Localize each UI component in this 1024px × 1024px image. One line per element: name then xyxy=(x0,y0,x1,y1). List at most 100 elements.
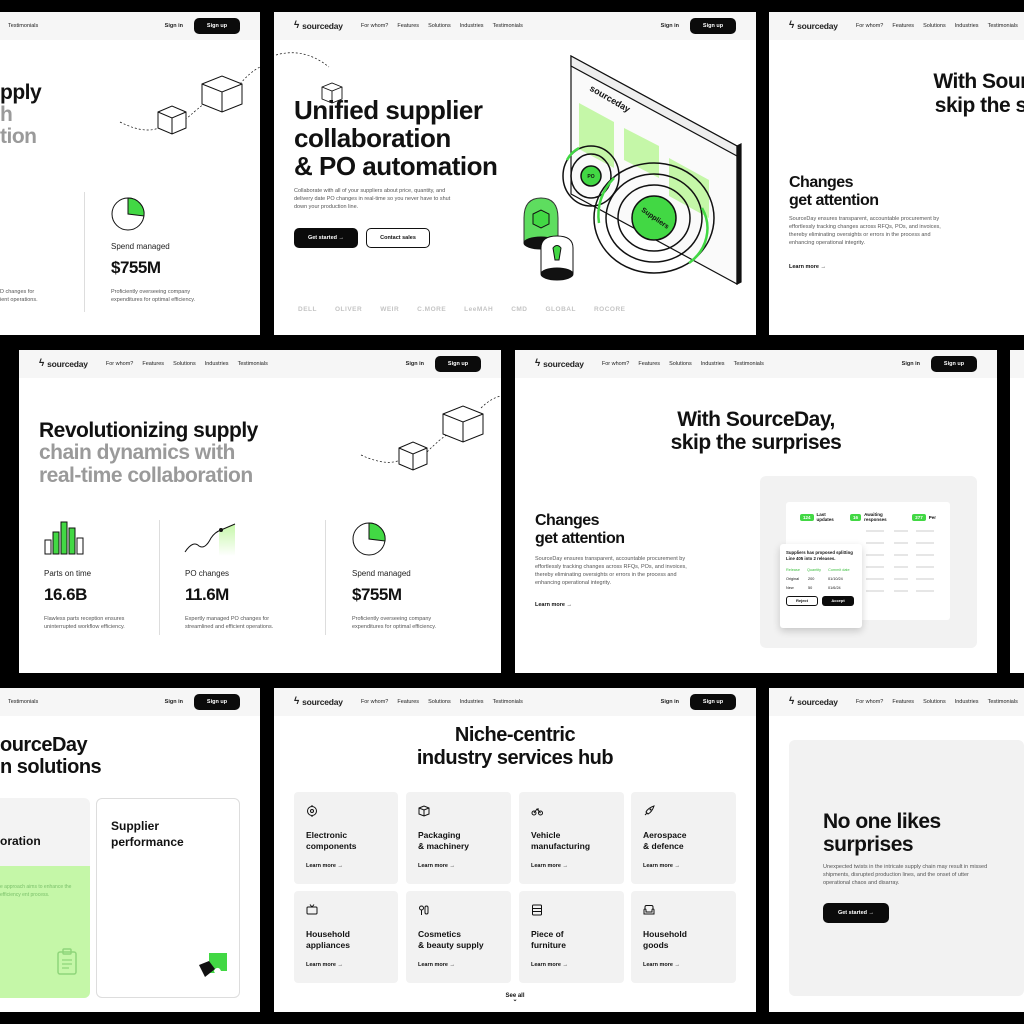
nav-link-for-whom[interactable]: For whom? xyxy=(856,23,884,29)
nav-links: For whom? Features Solutions Industries … xyxy=(602,361,764,367)
divider xyxy=(84,192,85,312)
nav-link-solutions[interactable]: Solutions xyxy=(669,361,692,367)
logo[interactable]: ϟ sourceday xyxy=(294,697,343,708)
get-started-button[interactable]: Get started → xyxy=(294,228,358,248)
nav-link-testimonials[interactable]: Testimonials xyxy=(8,699,38,705)
sign-in-link[interactable]: Sign in xyxy=(661,699,679,705)
nav-link-testimonials[interactable]: Testimonials xyxy=(988,23,1018,29)
nav-link-testimonials[interactable]: Testimonials xyxy=(493,699,523,705)
learn-more-link[interactable]: Learn more → xyxy=(643,962,680,968)
nav-link-solutions[interactable]: Solutions xyxy=(173,361,196,367)
logo[interactable]: ϟ sourceday xyxy=(39,359,88,370)
industry-card-household-goods[interactable]: Household goods Learn more → xyxy=(631,891,736,983)
partner-logo: GLOBAL xyxy=(545,306,576,313)
nav-link-for-whom[interactable]: For whom? xyxy=(361,23,389,29)
sign-in-link[interactable]: Sign in xyxy=(661,23,679,29)
industry-card-packaging[interactable]: Packaging & machinery Learn more → xyxy=(406,792,511,884)
nav-link-features[interactable]: Features xyxy=(892,23,914,29)
learn-more-link[interactable]: Learn more → xyxy=(531,863,568,869)
learn-more-link[interactable]: Learn more → xyxy=(418,863,455,869)
sign-up-button[interactable]: Sign up xyxy=(931,356,977,372)
rocket-icon xyxy=(644,805,655,816)
industry-card-cosmetics[interactable]: Cosmetics & beauty supply Learn more → xyxy=(406,891,511,983)
sign-in-link[interactable]: Sign in xyxy=(165,23,183,29)
logo[interactable]: ϟ sourceday xyxy=(789,697,838,708)
nav-link-testimonials[interactable]: Testimonials xyxy=(8,23,38,29)
accept-button[interactable]: Accept xyxy=(822,595,854,606)
nav-link-industries[interactable]: Industries xyxy=(955,699,979,705)
nav-link-testimonials[interactable]: Testimonials xyxy=(988,699,1018,705)
tab-third[interactable]: 277 Per xyxy=(912,512,936,522)
tab-awaiting-responses[interactable]: 16 Awaiting responses xyxy=(850,512,906,522)
cabinet-icon xyxy=(532,904,542,916)
industry-card-aerospace[interactable]: Aerospace & defence Learn more → xyxy=(631,792,736,884)
sign-in-link[interactable]: Sign in xyxy=(406,361,424,367)
sign-up-button[interactable]: Sign up xyxy=(194,18,240,34)
nav-link-for-whom[interactable]: For whom? xyxy=(361,699,389,705)
sign-up-button[interactable]: Sign up xyxy=(194,694,240,710)
nav-link-testimonials[interactable]: Testimonials xyxy=(734,361,764,367)
solution-card-collaboration[interactable]: oration e approach aims to enhance the e… xyxy=(0,798,90,998)
nav-link-solutions[interactable]: Solutions xyxy=(923,699,946,705)
stat-desc: Flawless parts reception ensures uninter… xyxy=(44,616,125,630)
nav-link-for-whom[interactable]: For whom? xyxy=(106,361,134,367)
revolution-heading: Revolutionizing supply chain dynamics wi… xyxy=(39,419,258,487)
no-surprises-heading: No one likes surprises xyxy=(823,810,941,857)
nav-link-testimonials[interactable]: Testimonials xyxy=(238,361,268,367)
learn-more-link[interactable]: Learn more → xyxy=(306,962,343,968)
reject-button[interactable]: Reject xyxy=(786,595,818,606)
get-started-button[interactable]: Get started → xyxy=(823,903,889,923)
clipboard-icon xyxy=(57,948,77,975)
logo[interactable]: ϟ sourceday xyxy=(789,21,838,32)
learn-more-link[interactable]: Learn more → xyxy=(789,264,826,270)
learn-more-link[interactable]: Learn more → xyxy=(531,962,568,968)
industry-card-furniture[interactable]: Piece of furniture Learn more → xyxy=(519,891,624,983)
nav-link-solutions[interactable]: Solutions xyxy=(428,699,451,705)
learn-more-link[interactable]: Learn more → xyxy=(306,863,343,869)
sofa-icon xyxy=(643,905,655,915)
nav-link-industries[interactable]: Industries xyxy=(460,699,484,705)
industry-card-electronic-components[interactable]: Electronic components Learn more → xyxy=(294,792,398,884)
contact-sales-button[interactable]: Contact sales xyxy=(366,228,430,248)
cube-large-icon xyxy=(442,405,484,443)
solutions-heading-crop: ourceDay n solutions xyxy=(0,734,102,779)
placeholder-rows xyxy=(866,530,934,592)
nav-link-features[interactable]: Features xyxy=(892,699,914,705)
nav-link-features[interactable]: Features xyxy=(397,699,419,705)
industry-card-household-appliances[interactable]: Household appliances Learn more → xyxy=(294,891,398,983)
stat-label: Parts on time xyxy=(44,569,92,578)
partner-logo: DELL xyxy=(298,306,317,313)
sign-in-link[interactable]: Sign in xyxy=(902,361,920,367)
tab-last-updates[interactable]: 124 Last updates xyxy=(800,512,844,522)
nav-link-industries[interactable]: Industries xyxy=(205,361,229,367)
nav-link-features[interactable]: Features xyxy=(397,23,419,29)
sign-in-link[interactable]: Sign in xyxy=(165,699,183,705)
logo[interactable]: ϟ sourceday xyxy=(535,359,584,370)
logo[interactable]: ϟ sourceday xyxy=(294,21,343,32)
sign-up-button[interactable]: Sign up xyxy=(690,694,736,710)
nav-link-features[interactable]: Features xyxy=(638,361,660,367)
see-all-link[interactable]: See all ⌄ xyxy=(274,993,756,1003)
nav-link-solutions[interactable]: Solutions xyxy=(428,23,451,29)
changes-description: SourceDay ensures transparent, accountab… xyxy=(535,556,687,586)
sign-up-button[interactable]: Sign up xyxy=(690,18,736,34)
industry-card-vehicle[interactable]: Vehicle manufacturing Learn more → xyxy=(519,792,624,884)
solution-card-supplier-performance[interactable]: Supplier performance xyxy=(96,798,240,998)
nav-link-solutions[interactable]: Solutions xyxy=(923,23,946,29)
learn-more-link[interactable]: Learn more → xyxy=(418,962,455,968)
nav-link-for-whom[interactable]: For whom? xyxy=(856,699,884,705)
learn-more-link[interactable]: Learn more → xyxy=(643,863,680,869)
industry-title: Aerospace & defence xyxy=(643,830,687,852)
learn-more-link[interactable]: Learn more → xyxy=(535,602,572,608)
nav-link-testimonials[interactable]: Testimonials xyxy=(493,23,523,29)
partner-logos: DELL OLIVER WEIR C.MORE LeeMAH CMD GLOBA… xyxy=(298,306,625,313)
nav-link-for-whom[interactable]: For whom? xyxy=(602,361,630,367)
split-proposal-popup: Suppliers has proposed splitting Line 40… xyxy=(780,544,862,628)
partner-logo: LeeMAH xyxy=(464,306,494,313)
nav-link-features[interactable]: Features xyxy=(142,361,164,367)
nav-link-industries[interactable]: Industries xyxy=(955,23,979,29)
nav-link-industries[interactable]: Industries xyxy=(460,23,484,29)
sign-up-button[interactable]: Sign up xyxy=(435,356,481,372)
nav-link-industries[interactable]: Industries xyxy=(701,361,725,367)
frame-surprises-crop: ϟ sourceday For whom? Features Solutions … xyxy=(769,12,1024,335)
